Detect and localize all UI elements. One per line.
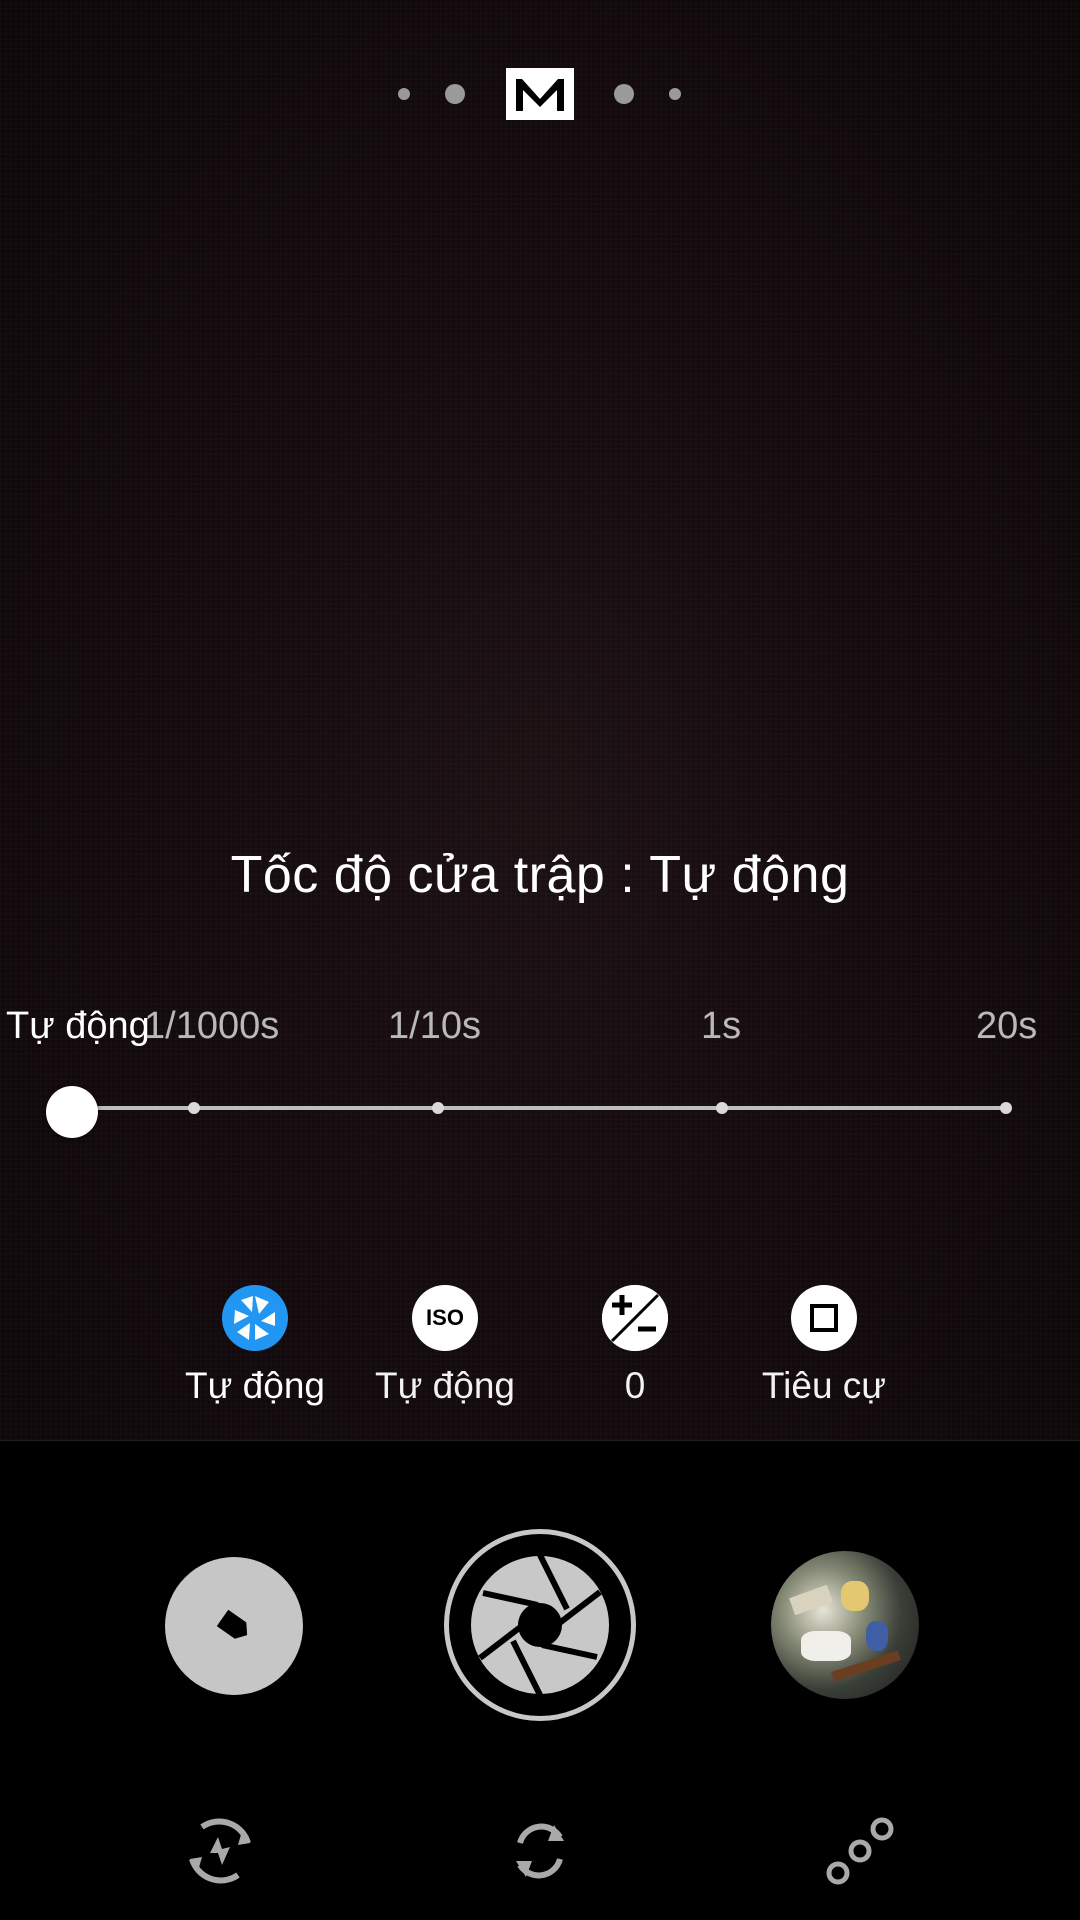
slider-tick[interactable]	[1000, 1102, 1012, 1114]
scale-label-10: 1/10s	[388, 1005, 481, 1047]
mode-dot[interactable]	[614, 84, 634, 104]
slider-thumb[interactable]	[46, 1086, 98, 1138]
exposure-compensation-icon	[602, 1285, 668, 1351]
mode-dot[interactable]	[445, 84, 465, 104]
flash-auto-icon	[189, 1818, 251, 1884]
slider-tick[interactable]	[716, 1102, 728, 1114]
shutter-button[interactable]	[444, 1529, 636, 1721]
camera-viewfinder[interactable]	[0, 0, 1080, 1440]
exposure-control[interactable]: 0	[545, 1285, 725, 1407]
more-modes-icon	[826, 1817, 894, 1885]
flash-auto-button[interactable]	[180, 1811, 260, 1891]
switch-camera-button[interactable]	[500, 1811, 580, 1891]
mode-dot[interactable]	[669, 88, 681, 100]
video-button[interactable]	[165, 1557, 303, 1695]
mode-indicator	[0, 68, 1080, 120]
shutter-speed-label: Tự động	[185, 1365, 325, 1406]
slider-tick[interactable]	[188, 1102, 200, 1114]
manual-controls: Tự động ISO Tự động 0 Tiêu cự	[0, 1285, 1080, 1425]
scale-label-1000: 1/1000s	[144, 1005, 280, 1047]
scale-label-20s: 20s	[976, 1005, 1038, 1047]
bottom-bar	[0, 1440, 1080, 1920]
iso-icon-text: ISO	[426, 1305, 464, 1330]
m-mode-icon	[516, 79, 564, 111]
shutter-speed-control[interactable]: Tự động	[165, 1285, 345, 1407]
scale-label-1s: 1s	[701, 1005, 742, 1047]
shutter-scale-labels: Tự động 1/1000s 1/10s 1s 20s	[0, 1005, 1080, 1055]
switch-camera-icon	[516, 1823, 564, 1879]
aperture-icon	[222, 1285, 288, 1351]
slider-tick[interactable]	[432, 1102, 444, 1114]
video-tag-icon	[216, 1609, 248, 1639]
focus-square-icon	[791, 1285, 857, 1351]
scale-label-auto: Tự động	[6, 1005, 150, 1047]
more-modes-button[interactable]	[820, 1811, 900, 1891]
iso-icon: ISO	[412, 1285, 478, 1351]
focus-label: Tiêu cự	[761, 1365, 887, 1406]
shutter-aperture-icon	[469, 1553, 611, 1697]
manual-mode-badge[interactable]	[506, 68, 574, 120]
mode-dot[interactable]	[398, 88, 410, 100]
exposure-label: 0	[624, 1365, 646, 1406]
gallery-thumbnail[interactable]	[771, 1551, 919, 1699]
focus-control[interactable]: Tiêu cự	[734, 1285, 914, 1407]
iso-control[interactable]: ISO Tự động	[355, 1285, 535, 1407]
shutter-speed-slider[interactable]	[0, 1086, 1080, 1138]
setting-title: Tốc độ cửa trập : Tự động	[230, 846, 850, 904]
iso-label: Tự động	[375, 1365, 515, 1406]
slider-track[interactable]	[72, 1106, 1008, 1110]
